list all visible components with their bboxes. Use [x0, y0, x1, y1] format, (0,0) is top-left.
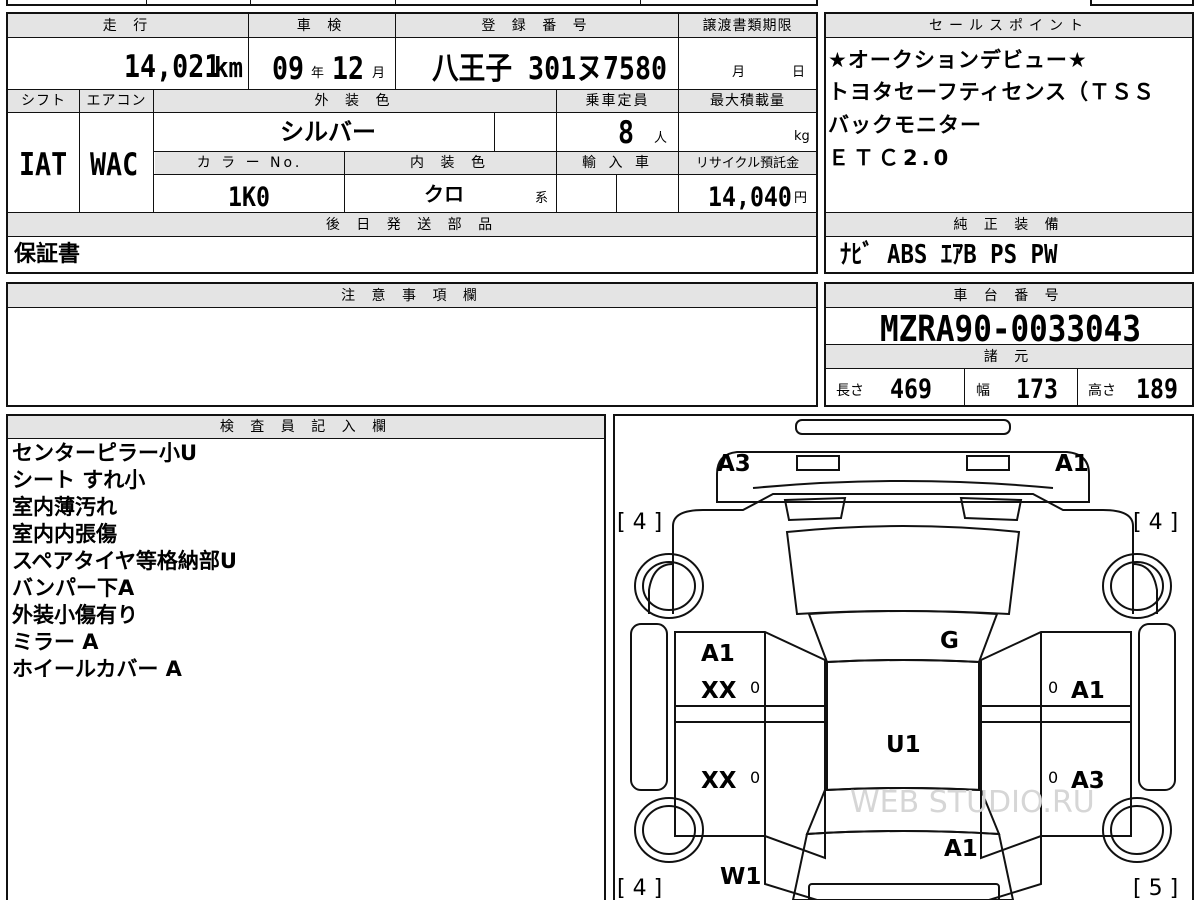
mileage-value: 14,021 — [124, 49, 221, 85]
damage-code-a1-rear-hood: A1 — [944, 836, 978, 862]
damage-code-g-windshield: G — [940, 628, 959, 654]
shift-header: シフト — [8, 90, 79, 112]
length-label: 長さ — [836, 383, 864, 399]
shift-value: IAT — [19, 147, 68, 183]
mark-zero: 0 — [750, 678, 761, 697]
chassis-header: 車 台 番 号 — [826, 284, 1192, 307]
inspection-year: 09 — [272, 51, 305, 87]
capacity-value: 8 — [618, 115, 635, 151]
inspector-line: ミラー A — [12, 630, 99, 654]
top-right-cut-strip — [1090, 0, 1194, 6]
capacity-unit: 人 — [654, 131, 668, 146]
notes-header: 注 意 事 項 欄 — [8, 284, 816, 307]
top-cut-strip — [6, 0, 818, 6]
inspector-line: センターピラー小U — [12, 441, 198, 465]
mark-zero: 0 — [1048, 678, 1059, 697]
transfer-deadline-header: 譲渡書類期限 — [679, 14, 816, 37]
equipment-value: ﾅﾋﾞ ABS ｴｱB PS PW — [840, 240, 1058, 270]
interior-color-header: 内 装 色 — [345, 152, 556, 174]
sales-point-line: ＥＴＣ2.0 — [828, 146, 953, 170]
damage-code-xx-left-rear-door: XX — [701, 768, 737, 794]
registration-value: 八王子 301ヌ7580 — [432, 51, 668, 87]
height-label: 高さ — [1088, 383, 1116, 399]
equipment-header: 純 正 装 備 — [826, 213, 1192, 236]
inspector-line: 室内薄汚れ — [12, 495, 117, 519]
specs-header: 諸 元 — [826, 345, 1192, 368]
tire-depth-bottom-right: [ 5 ] — [1133, 876, 1179, 900]
sales-point-line: バックモニター — [828, 113, 982, 137]
damage-code-w1-rear-left: W1 — [720, 864, 762, 890]
chassis-value: MZRA90-0033043 — [880, 309, 1141, 350]
sales-point-line: トヨタセーフティセンス（ＴＳＳ — [828, 80, 1156, 104]
max-load-unit: kg — [794, 129, 810, 144]
exterior-color-value: シルバー — [280, 118, 376, 146]
tire-depth-top-left: [ 4 ] — [617, 510, 663, 535]
inspector-line: 室内内張傷 — [12, 522, 117, 546]
max-load-header: 最大積載量 — [679, 90, 816, 112]
width-label: 幅 — [976, 383, 990, 399]
interior-color-value: クロ — [424, 182, 464, 206]
exterior-color-header: 外 装 色 — [154, 90, 556, 112]
damage-code-a1-left-front-door: A1 — [701, 641, 735, 667]
recycle-value: 14,040 — [708, 182, 792, 213]
inspection-month: 12 — [332, 51, 365, 87]
length-value: 469 — [890, 374, 932, 405]
mark-zero: 0 — [1048, 768, 1059, 787]
inspector-line: ホイールカバー A — [12, 657, 182, 681]
width-value: 173 — [1016, 374, 1058, 405]
inspection-month-unit: 月 — [372, 66, 386, 81]
inspector-line: バンパー下A — [12, 576, 135, 600]
registration-header: 登 録 番 号 — [396, 14, 678, 37]
inspector-line: 外装小傷有り — [12, 603, 138, 627]
inspection-header: 車 検 — [249, 14, 395, 37]
color-no-value: 1K0 — [228, 182, 270, 213]
damage-code-a1-right-front-door: A1 — [1071, 678, 1105, 704]
transfer-day-unit: 日 — [792, 65, 806, 80]
inspection-year-unit: 年 — [311, 66, 325, 81]
color-no-header: カ ラ ー No. — [155, 152, 344, 174]
mileage-header: 走 行 — [8, 14, 248, 37]
sales-points-header: セールスポイント — [826, 14, 1192, 37]
damage-code-u1-roof: U1 — [886, 732, 921, 758]
watermark: WEB STUDIO.RU — [850, 785, 1095, 820]
sales-point-line: ★オークションデビュー★ — [828, 48, 1088, 72]
interior-color-unit: 系 — [535, 191, 549, 206]
mileage-unit: km — [214, 51, 243, 84]
tire-depth-bottom-left: [ 4 ] — [617, 876, 663, 900]
damage-code-xx-left-front-door: XX — [701, 678, 737, 704]
height-value: 189 — [1136, 374, 1178, 405]
recycle-header: リサイクル預託金 — [679, 152, 816, 174]
transfer-month-unit: 月 — [732, 65, 746, 80]
inspector-line: スペアタイヤ等格納部U — [12, 549, 237, 573]
aircon-value: WAC — [90, 147, 139, 183]
inspector-line: シート すれ小 — [12, 468, 146, 492]
inspector-header: 検 査 員 記 入 欄 — [8, 416, 604, 438]
tire-depth-top-right: [ 4 ] — [1133, 510, 1179, 535]
damage-code-a1-rear-right: A1 — [1055, 451, 1089, 477]
import-header: 輸 入 車 — [557, 152, 678, 174]
later-parts-header: 後 日 発 送 部 品 — [8, 213, 816, 236]
later-parts-value: 保証書 — [14, 242, 81, 267]
mark-zero: 0 — [750, 768, 761, 787]
damage-code-a3-rear-left: A3 — [717, 451, 751, 477]
recycle-unit: 円 — [794, 191, 808, 206]
capacity-header: 乗車定員 — [557, 90, 678, 112]
aircon-header: エアコン — [80, 90, 153, 112]
